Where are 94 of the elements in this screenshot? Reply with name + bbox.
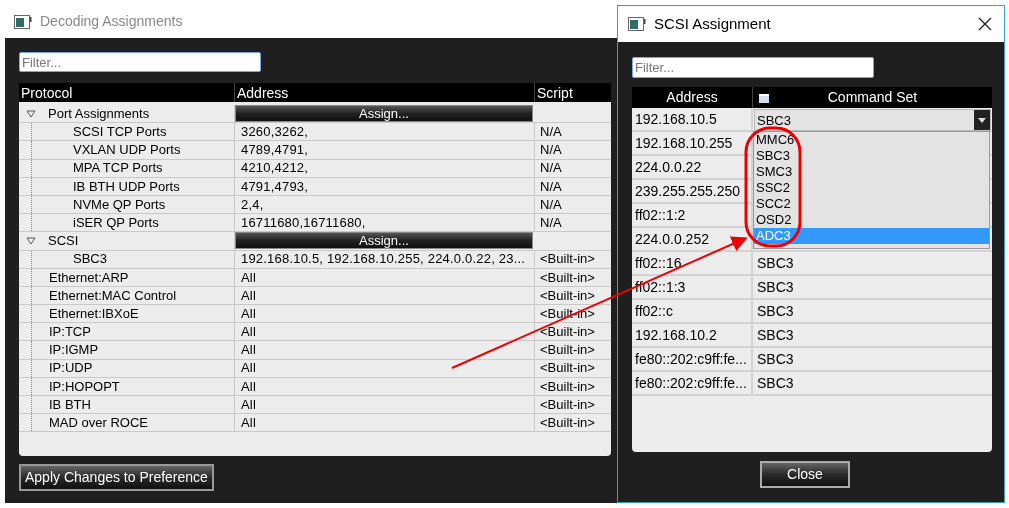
address-cell: All: [241, 286, 257, 305]
column-icon: [759, 92, 769, 103]
protocol-cell-text: IP:UDP: [49, 359, 93, 378]
script-cell-text: N/A: [540, 195, 562, 214]
expand-arrow-icon[interactable]: [26, 236, 36, 245]
address-cell-text: 192.168.10.5: [635, 109, 717, 129]
protocol-cell-text: SBC3: [73, 250, 107, 269]
address-cell: 192.168.10.5, 192.168.10.255, 224.0.0.22, 23...: [241, 250, 526, 268]
command-set-cell-text: SBC3: [757, 373, 794, 393]
script-cell-text: N/A: [540, 123, 562, 142]
close-icon[interactable]: [978, 17, 992, 31]
address-cell: All: [241, 305, 257, 323]
address-cell: All: [241, 377, 257, 395]
address-cell: 4210,4212,: [241, 159, 309, 177]
script-cell-text: <Built-in>: [540, 341, 595, 360]
protocol-cell-text: IP:IGMP: [49, 341, 99, 360]
address-cell: All: [241, 414, 257, 432]
script-cell-text: <Built-in>: [540, 323, 595, 342]
address-cell: All: [241, 323, 257, 341]
column-header[interactable]: Script: [537, 85, 573, 101]
address-cell-text: ff02::1:3: [635, 277, 686, 297]
protocol-cell-text: Ethernet:IBXoE: [49, 304, 139, 323]
script-cell-text: <Built-in>: [540, 286, 595, 305]
address-cell: 16711680,16711680,: [241, 214, 366, 232]
script-cell-text: <Built-in>: [540, 377, 595, 396]
assign-button[interactable]: Assign...: [235, 232, 533, 250]
dropdown-option[interactable]: SSC2: [754, 180, 989, 196]
address-cell-text: fe80::202:c9ff:fe...: [635, 373, 747, 393]
address-cell-text: 224.0.0.22: [635, 157, 702, 177]
protocol-cell-text: IP:TCP: [49, 323, 91, 342]
command-set-cell-text: SBC3: [757, 277, 794, 297]
address-cell-text: ff02::16: [635, 253, 682, 273]
protocol-cell-text: IB BTH UDP Ports: [73, 177, 180, 196]
column-header[interactable]: Address: [666, 87, 718, 108]
column-header[interactable]: Address: [237, 85, 289, 101]
command-set-cell-text: SBC3: [757, 301, 794, 321]
expand-arrow-icon[interactable]: [26, 109, 36, 118]
script-cell-text: <Built-in>: [540, 250, 595, 269]
script-cell-text: <Built-in>: [540, 395, 595, 414]
protocol-cell-text: iSER QP Ports: [73, 213, 159, 232]
group-label: SCSI: [48, 232, 79, 251]
protocol-cell-text: IP:HOPOPT: [49, 377, 120, 396]
script-cell-text: <Built-in>: [540, 268, 595, 287]
address-cell: All: [241, 341, 257, 359]
apply-changes-button[interactable]: Apply Changes to Preference: [19, 464, 214, 491]
dropdown-option[interactable]: MMC6: [754, 132, 989, 148]
address-cell: 3260,3262,: [241, 123, 309, 141]
column-header[interactable]: Protocol: [21, 85, 73, 101]
protocol-cell-text: VXLAN UDP Ports: [73, 141, 181, 160]
script-cell-text: N/A: [540, 213, 562, 232]
window-title: Decoding Assignments: [40, 12, 183, 31]
dropdown-option[interactable]: OSD2: [754, 212, 989, 228]
close-button[interactable]: Close: [760, 461, 850, 488]
command-set-cell-text: SBC3: [757, 253, 794, 273]
dialog-title: SCSI Assignment: [654, 13, 771, 34]
filter-field[interactable]: Filter...: [632, 57, 874, 78]
address-cell-text: ff02::c: [635, 301, 673, 321]
protocol-cell-text: MAD over ROCE: [49, 414, 148, 433]
address-cell-text: 224.0.0.252: [635, 229, 709, 249]
protocol-cell-text: IB BTH: [49, 395, 91, 414]
address-cell-text: 192.168.10.2: [635, 325, 717, 345]
dropdown-option[interactable]: SBC3: [754, 148, 989, 164]
script-cell-text: <Built-in>: [540, 414, 595, 433]
group-label: Port Assignments: [48, 104, 150, 123]
protocol-cell-text: Ethernet:MAC Control: [49, 286, 177, 305]
filter-field[interactable]: Filter...: [19, 52, 261, 72]
script-cell-text: N/A: [540, 141, 562, 160]
command-set-cell-text: SBC3: [757, 325, 794, 345]
address-cell: 4789,4791,: [241, 141, 309, 159]
window-icon: [14, 14, 32, 29]
dropdown-option[interactable]: SCC2: [754, 196, 989, 212]
address-cell: All: [241, 396, 257, 414]
address-cell: 4791,4793,: [241, 177, 309, 195]
script-cell-text: <Built-in>: [540, 359, 595, 378]
protocol-cell-text: MPA TCP Ports: [73, 159, 163, 178]
dropdown-option[interactable]: SMC3: [754, 164, 989, 180]
protocol-cell-text: Ethernet:ARP: [49, 268, 129, 287]
address-cell-text: 239.255.255.250: [635, 181, 741, 201]
script-cell-text: N/A: [540, 177, 562, 196]
protocol-cell-text: NVMe QP Ports: [73, 195, 166, 214]
assign-button[interactable]: Assign...: [235, 105, 533, 122]
address-cell: All: [241, 359, 257, 377]
caret-icon: [978, 117, 986, 123]
address-cell-text: fe80::202:c9ff:fe...: [635, 349, 747, 369]
protocol-cell-text: SCSI TCP Ports: [73, 123, 167, 142]
command-set-cell-text: SBC3: [757, 349, 794, 369]
address-cell-text: ff02::1:2: [635, 205, 686, 225]
window-icon: [628, 17, 646, 31]
column-header[interactable]: Command Set: [769, 87, 992, 108]
script-cell-text: N/A: [540, 159, 562, 178]
address-cell: All: [241, 268, 257, 286]
address-cell: 2,4,: [241, 195, 264, 214]
address-cell-text: 192.168.10.255: [635, 133, 733, 153]
command-set-dropdown[interactable]: SBC3: [754, 109, 991, 131]
